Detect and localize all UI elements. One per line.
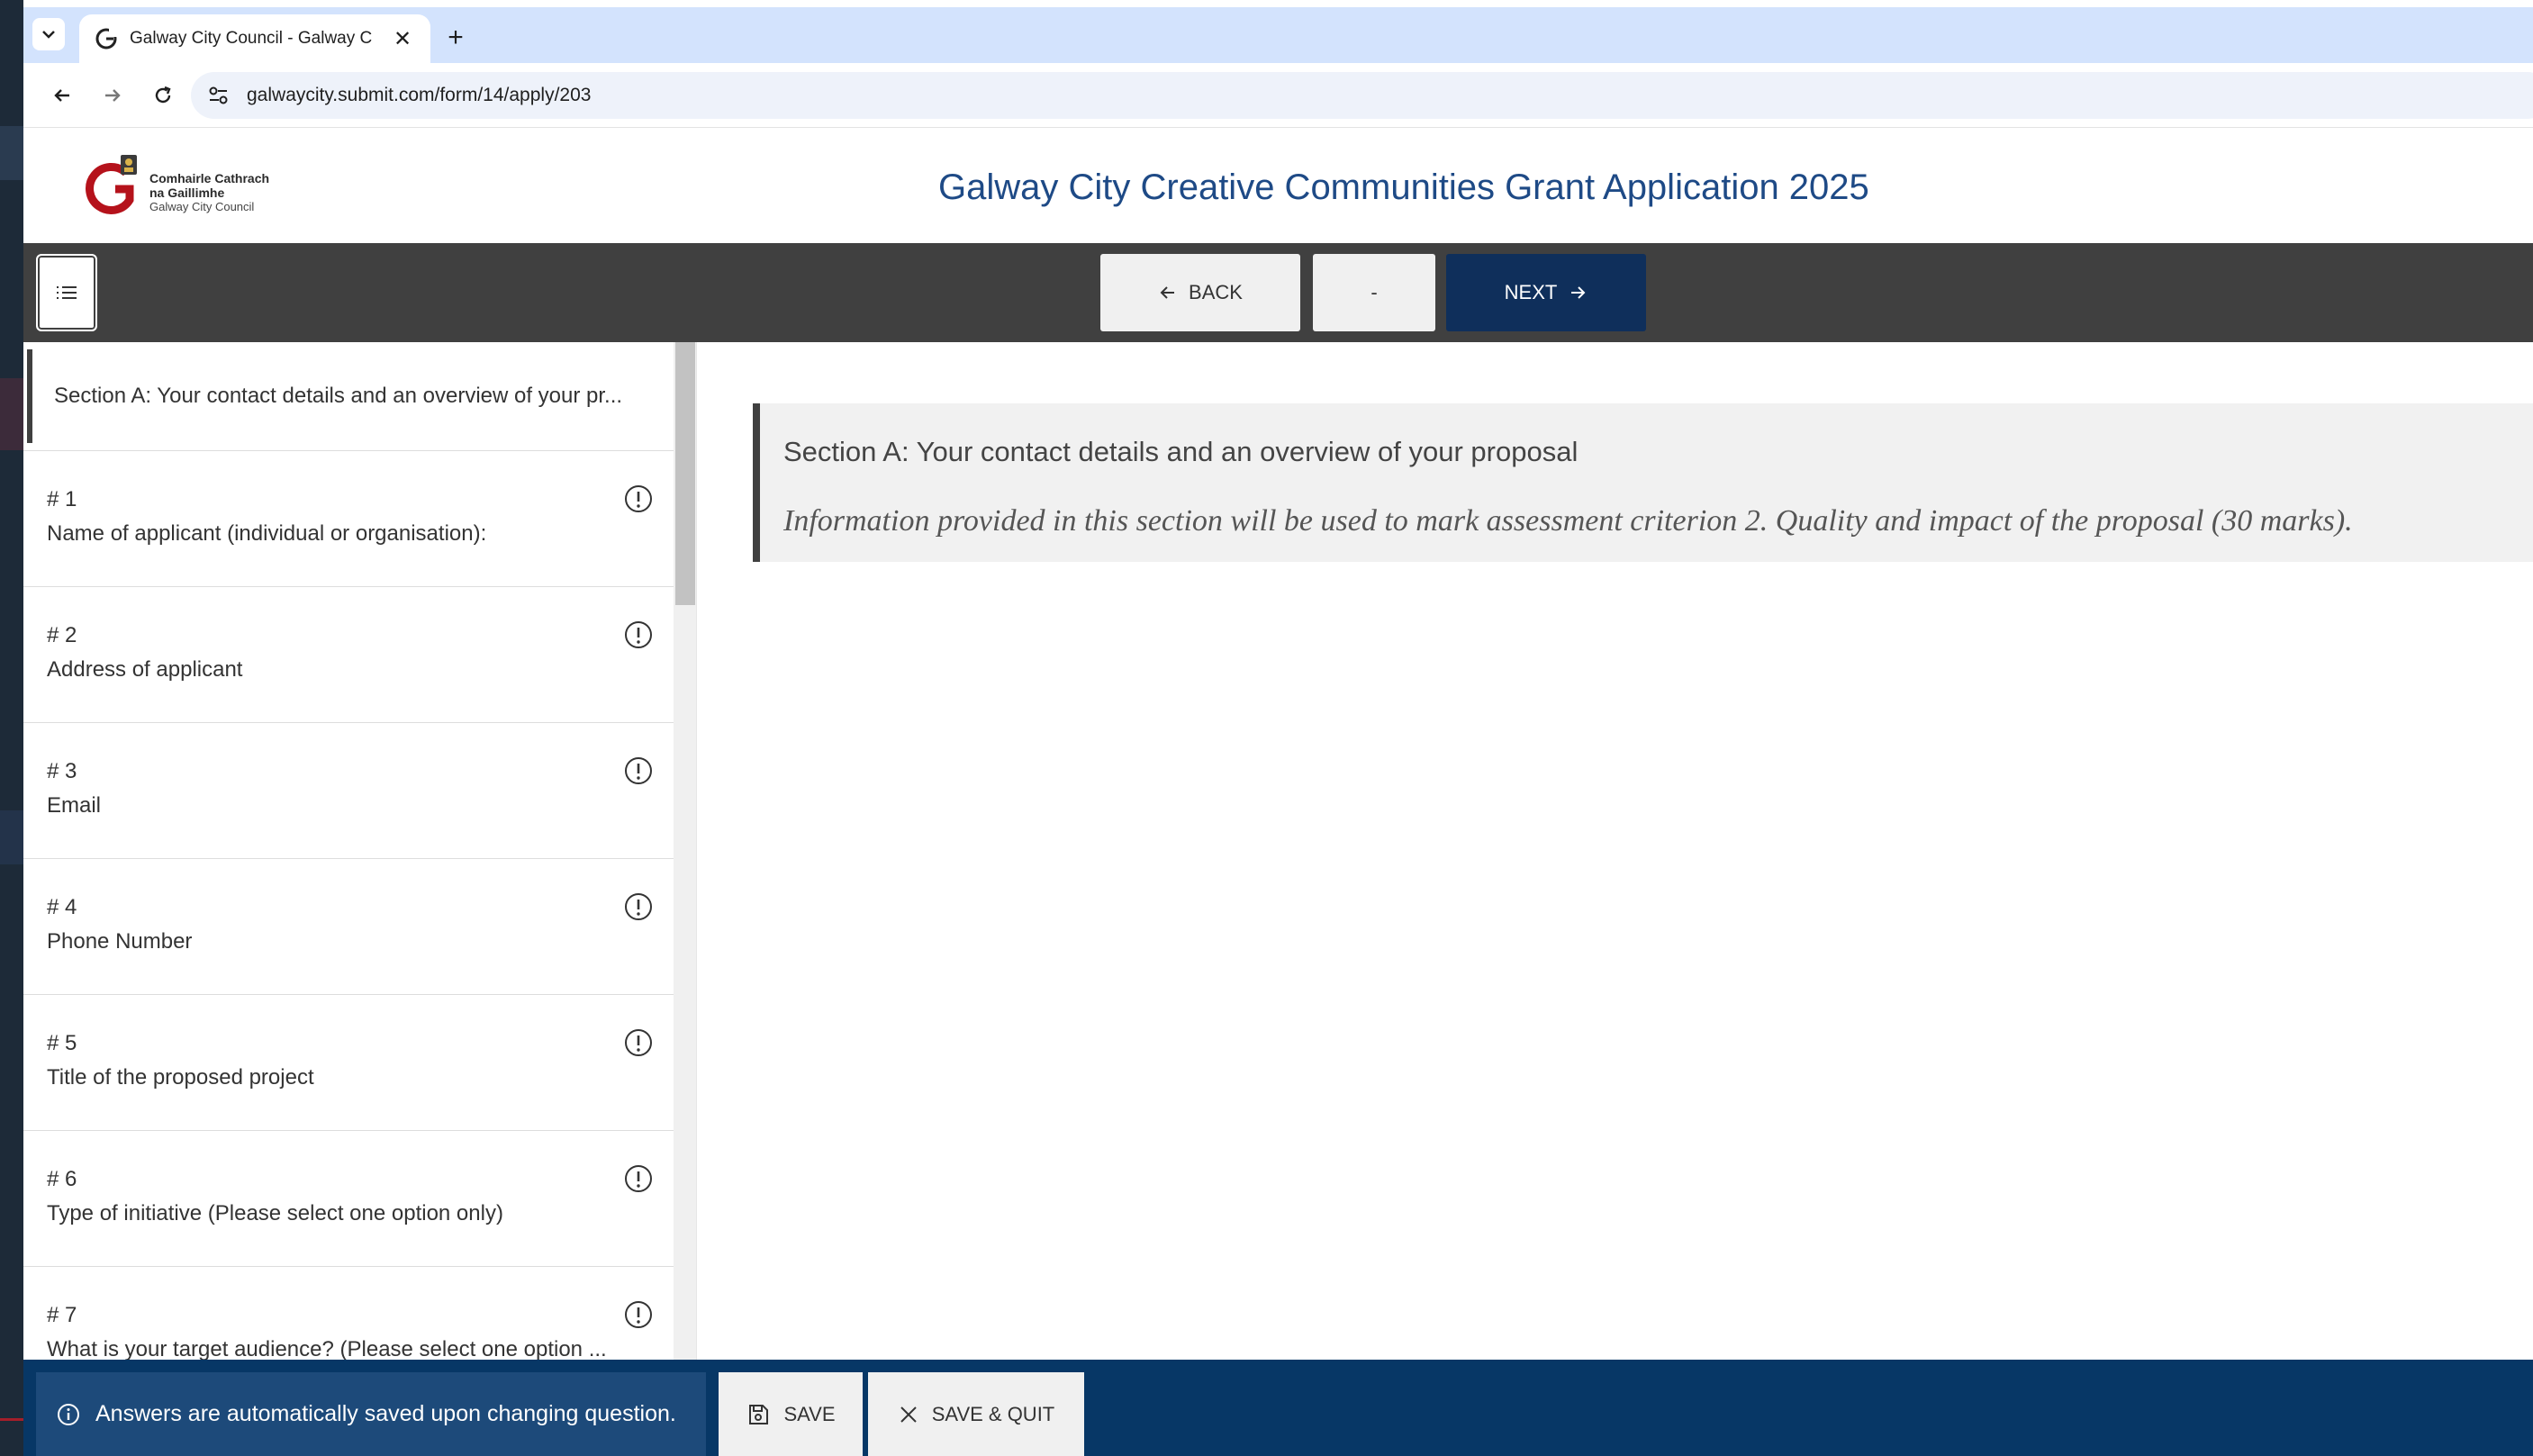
unanswered-alert-icon bbox=[625, 1029, 652, 1056]
unanswered-alert-icon bbox=[625, 1301, 652, 1328]
unanswered-alert-icon bbox=[625, 1165, 652, 1192]
sidebar-question-item[interactable]: # 4 Phone Number bbox=[23, 858, 674, 994]
unanswered-alert-icon bbox=[625, 893, 652, 920]
page-indicator-button[interactable]: - bbox=[1313, 254, 1435, 331]
url-text: galwaycity.submit.com/form/14/apply/203 bbox=[247, 85, 592, 105]
logo-text-line2: na Gaillimhe bbox=[149, 185, 225, 200]
question-number: # 6 bbox=[47, 1167, 77, 1191]
save-button[interactable]: SAVE bbox=[719, 1372, 863, 1456]
back-button[interactable]: BACK bbox=[1100, 254, 1300, 331]
address-row: galwaycity.submit.com/form/14/apply/203 bbox=[23, 63, 2533, 128]
browser-forward-button[interactable] bbox=[95, 78, 130, 113]
unanswered-alert-icon bbox=[625, 485, 652, 512]
chevron-down-icon bbox=[42, 31, 55, 39]
question-number: # 1 bbox=[47, 487, 77, 511]
autosave-text: Answers are automatically saved upon cha… bbox=[95, 1401, 676, 1426]
question-label: Type of initiative (Please select one op… bbox=[47, 1201, 503, 1225]
form-nav-bar: BACK - NEXT bbox=[23, 243, 2533, 342]
arrow-right-icon bbox=[105, 89, 121, 102]
question-number: # 3 bbox=[47, 759, 77, 783]
question-label: Phone Number bbox=[47, 929, 193, 954]
council-crest-icon bbox=[86, 155, 137, 214]
sidebar-question-item[interactable]: # 3 Email bbox=[23, 722, 674, 858]
arrow-left-icon bbox=[54, 89, 69, 102]
tab-search-button[interactable] bbox=[32, 18, 65, 50]
floppy-disk-icon bbox=[749, 1404, 769, 1424]
question-number: # 2 bbox=[47, 623, 77, 647]
sidebar-question-item[interactable]: # 2 Address of applicant bbox=[23, 586, 674, 722]
reload-button[interactable] bbox=[146, 78, 180, 113]
sidebar-section-a[interactable]: Section A: Your contact details and an o… bbox=[27, 349, 679, 443]
arrow-right-icon bbox=[1571, 286, 1586, 299]
logo-text-line1: Comhairle Cathrach bbox=[149, 171, 270, 185]
question-label: Title of the proposed project bbox=[47, 1065, 314, 1090]
browser-back-button[interactable] bbox=[45, 78, 79, 113]
sidebar-question-item[interactable]: # 7 What is your target audience? (Please… bbox=[23, 1266, 674, 1367]
save-and-quit-button[interactable]: SAVE & QUIT bbox=[868, 1372, 1084, 1456]
back-button-label: BACK bbox=[1189, 281, 1243, 303]
question-label: Address of applicant bbox=[47, 657, 243, 682]
new-tab-button[interactable]: + bbox=[439, 22, 472, 54]
question-label: What is your target audience? (Please se… bbox=[47, 1337, 607, 1361]
next-button-label: NEXT bbox=[1504, 281, 1558, 303]
section-title: Section A: Your contact details and an o… bbox=[783, 436, 1579, 467]
question-number: # 7 bbox=[47, 1303, 77, 1327]
unanswered-alert-icon bbox=[625, 757, 652, 784]
tab-title: Galway City Council - Galway C bbox=[130, 29, 373, 48]
section-description: Information provided in this section wil… bbox=[783, 504, 2353, 538]
logo-text-line3: Galway City Council bbox=[149, 200, 255, 213]
question-list-toggle-button[interactable] bbox=[36, 254, 97, 331]
galway-favicon-icon bbox=[95, 28, 117, 50]
page-header: Comhairle Cathrach na Gaillimhe Galway C… bbox=[23, 128, 2533, 243]
reload-icon bbox=[155, 86, 171, 104]
sidebar-question-item[interactable]: # 5 Title of the proposed project bbox=[23, 994, 674, 1130]
save-and-quit-label: SAVE & QUIT bbox=[931, 1402, 1055, 1425]
galway-council-logo[interactable]: Comhairle Cathrach na Gaillimhe Galway C… bbox=[85, 153, 283, 218]
question-label: Name of applicant (individual or organis… bbox=[47, 521, 487, 546]
question-label: Email bbox=[47, 793, 102, 818]
section-info-box: Section A: Your contact details and an o… bbox=[753, 403, 2533, 562]
site-settings-icon[interactable] bbox=[205, 82, 232, 109]
next-button[interactable]: NEXT bbox=[1446, 254, 1646, 331]
question-number: # 5 bbox=[47, 1031, 77, 1055]
bottom-action-bar: Answers are automatically saved upon cha… bbox=[23, 1360, 2533, 1456]
close-tab-icon[interactable]: ✕ bbox=[391, 27, 414, 51]
sidebar-question-item[interactable]: # 6 Type of initiative (Please select one… bbox=[23, 1130, 674, 1266]
question-number: # 4 bbox=[47, 895, 77, 919]
autosave-notice: Answers are automatically saved upon cha… bbox=[36, 1372, 706, 1456]
save-button-label: SAVE bbox=[783, 1402, 836, 1425]
address-bar[interactable]: galwaycity.submit.com/form/14/apply/203 bbox=[191, 72, 2533, 119]
unanswered-alert-icon bbox=[625, 621, 652, 648]
arrow-left-icon bbox=[1160, 286, 1175, 299]
browser-window: Galway City Council - Galway C ✕ + galwa… bbox=[23, 7, 2533, 1456]
info-icon bbox=[58, 1403, 79, 1425]
sidebar-scrollbar-thumb[interactable] bbox=[675, 342, 695, 605]
browser-tab[interactable]: Galway City Council - Galway C ✕ bbox=[79, 14, 430, 63]
close-icon bbox=[900, 1406, 917, 1423]
list-icon bbox=[57, 286, 77, 299]
tab-bar: Galway City Council - Galway C ✕ + bbox=[23, 7, 2533, 63]
page-title: Galway City Creative Communities Grant A… bbox=[938, 167, 1869, 207]
question-sidebar: Section A: Your contact details and an o… bbox=[23, 342, 697, 1367]
sidebar-question-item[interactable]: # 1 Name of applicant (individual or orga… bbox=[23, 450, 674, 586]
desktop-edge bbox=[0, 0, 23, 1456]
